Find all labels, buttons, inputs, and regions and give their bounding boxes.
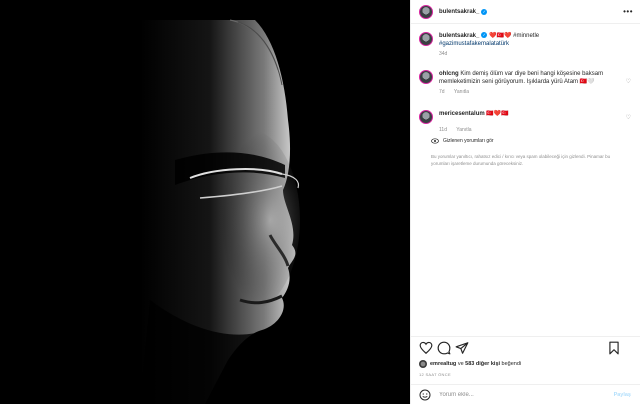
reply-button[interactable]: Yanıtla <box>454 89 469 95</box>
caption-time[interactable]: 34d <box>439 51 447 57</box>
comment-meta: 11d Yanıtla <box>439 127 633 133</box>
author-avatar[interactable] <box>419 4 433 19</box>
comment-like-icon[interactable]: ♡ <box>626 114 631 121</box>
add-comment-bar: Paylaş <box>411 384 640 404</box>
comment-text-block: ohlcng Kim demiş ölüm var diye beni hang… <box>439 70 619 86</box>
post-photo[interactable] <box>0 0 410 404</box>
comments-list: bulentsakrak_ ✓ ❤️🇹🇷❤️ #minnetle #gazimus… <box>411 26 640 336</box>
verified-badge-icon: ✓ <box>481 8 488 15</box>
comment-text: Kim demiş ölüm var diye beni hangi köşes… <box>439 71 604 85</box>
caption-avatar[interactable] <box>419 32 433 46</box>
likes-count[interactable]: 583 diğer kişi <box>465 361 500 367</box>
likes-connector: ve <box>456 361 466 367</box>
portrait-photo <box>0 0 410 404</box>
comment-time[interactable]: 11d <box>439 127 447 133</box>
caption-hashtag[interactable]: #gazimustafakemalatatürk <box>439 41 509 47</box>
caption-text: ❤️🇹🇷❤️ #minnetle <box>489 33 540 39</box>
comment-like-icon[interactable]: ♡ <box>626 78 631 85</box>
list-item: mericesentalum 🇹🇷❤️🇹🇷 11d Yanıtla ♡ <box>419 110 633 133</box>
heart-icon[interactable] <box>419 341 433 355</box>
caption-username[interactable]: bulentsakrak_ <box>439 33 479 39</box>
comment-avatar[interactable] <box>419 110 433 124</box>
comment-input[interactable] <box>439 391 609 398</box>
comment-text-block: mericesentalum 🇹🇷❤️🇹🇷 <box>439 110 619 124</box>
likes-summary[interactable]: emrealtug ve 583 diğer kişi beğendi <box>419 360 521 368</box>
first-liker[interactable]: emrealtug <box>430 361 456 367</box>
comment-meta: 7d Yanıtla <box>439 89 633 95</box>
post-header: bulentsakrak_ ✓ ••• <box>411 0 640 24</box>
caption: bulentsakrak_ ✓ ❤️🇹🇷❤️ #minnetle #gazimus… <box>419 32 633 57</box>
likes-suffix: beğendi <box>500 361 522 367</box>
comment-username[interactable]: ohlcng <box>439 71 459 77</box>
post-actions <box>411 336 640 356</box>
hidden-comments: Gizlenen yorumları gör Bu yorumlar yanıl… <box>431 138 631 167</box>
post-side-panel: bulentsakrak_ ✓ ••• bulentsakrak_ ✓ ❤️🇹🇷❤… <box>410 0 640 404</box>
post-comment-button[interactable]: Paylaş <box>614 392 631 398</box>
send-icon[interactable] <box>455 341 469 355</box>
caption-meta: 34d <box>439 51 633 57</box>
comment-icon[interactable] <box>437 341 451 355</box>
post-date[interactable]: 12 SAAT ÖNCE <box>419 372 451 377</box>
emoji-icon[interactable] <box>419 389 431 401</box>
eye-icon <box>431 138 439 144</box>
comment-text: 🇹🇷❤️🇹🇷 <box>486 111 509 117</box>
comment-time[interactable]: 7d <box>439 89 445 95</box>
comment-avatar[interactable] <box>419 70 433 84</box>
liker-avatar <box>419 360 427 368</box>
more-dots-icon[interactable]: ••• <box>623 8 633 16</box>
caption-text-block: bulentsakrak_ ✓ ❤️🇹🇷❤️ #minnetle #gazimus… <box>439 32 619 48</box>
show-hidden-comments-label: Gizlenen yorumları gör <box>443 138 494 144</box>
header-username[interactable]: bulentsakrak_ <box>439 9 479 15</box>
instagram-post-modal: bulentsakrak_ ✓ ••• bulentsakrak_ ✓ ❤️🇹🇷❤… <box>0 0 640 404</box>
comment-username[interactable]: mericesentalum <box>439 111 485 117</box>
show-hidden-comments-link[interactable]: Gizlenen yorumları gör <box>431 138 631 144</box>
verified-badge-icon: ✓ <box>481 32 488 39</box>
bookmark-icon[interactable] <box>607 341 621 355</box>
list-item: ohlcng Kim demiş ölüm var diye beni hang… <box>419 70 633 95</box>
hidden-comments-description: Bu yorumlar yanıltıcı, rahatsız edici / … <box>431 154 611 166</box>
reply-button[interactable]: Yanıtla <box>456 127 471 133</box>
